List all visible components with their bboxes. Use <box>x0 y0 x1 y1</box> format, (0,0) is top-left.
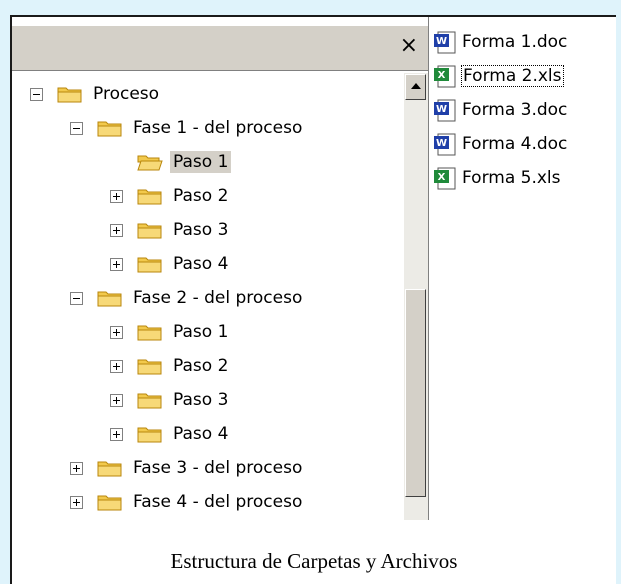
tree-row-label: Paso 4 <box>173 424 229 444</box>
expand-icon[interactable] <box>110 257 123 271</box>
folder-icon <box>97 288 123 308</box>
folder-icon <box>137 254 163 274</box>
file-name: Forma 1.doc <box>462 32 568 52</box>
folder-tree: Proceso Fase 1 - del proceso Paso 1 Paso… <box>12 73 402 520</box>
expand-icon[interactable] <box>110 393 123 407</box>
tree-row-label: Paso 3 <box>173 220 229 240</box>
tree-row-label: Paso 1 <box>170 151 232 173</box>
folder-icon <box>137 186 163 206</box>
tree-row-fase-2-paso-3[interactable]: Paso 3 <box>110 383 231 417</box>
close-icon[interactable]: × <box>400 32 418 60</box>
file-list: W Forma 1.doc X Forma 2.xls W Forma 3.do… <box>432 25 612 195</box>
tree-row-proceso[interactable]: Proceso <box>30 77 162 111</box>
collapse-icon[interactable] <box>70 291 83 305</box>
excel-xls-icon: X <box>432 63 458 89</box>
figure-frame: × Proceso Fase 1 - del proceso Paso 1 Pa… <box>10 15 616 584</box>
tree-row-fase-1-paso-4[interactable]: Paso 4 <box>110 247 231 281</box>
svg-text:W: W <box>436 138 447 149</box>
folder-icon <box>97 458 123 478</box>
folder-icon <box>57 84 83 104</box>
tree-row-fase-2-paso-4[interactable]: Paso 4 <box>110 417 231 451</box>
file-item-forma-2[interactable]: X Forma 2.xls <box>432 59 612 93</box>
tree-row-label: Paso 4 <box>173 254 229 274</box>
word-doc-icon: W <box>432 29 458 55</box>
scroll-thumb[interactable] <box>405 289 426 497</box>
tree-row-fase-3[interactable]: Fase 3 - del proceso <box>70 451 305 485</box>
open-folder-icon <box>137 152 163 172</box>
tree-row-fase-2-paso-2[interactable]: Paso 2 <box>110 349 231 383</box>
tree-row-label: Fase 3 - del proceso <box>133 458 303 478</box>
collapse-icon[interactable] <box>30 87 43 101</box>
file-item-forma-3[interactable]: W Forma 3.doc <box>432 93 612 127</box>
folder-icon <box>137 220 163 240</box>
file-name: Forma 4.doc <box>462 134 568 154</box>
folder-icon <box>137 322 163 342</box>
folder-icon <box>137 356 163 376</box>
file-name: Forma 3.doc <box>462 100 568 120</box>
file-name: Forma 5.xls <box>462 168 561 188</box>
svg-text:W: W <box>436 104 447 115</box>
file-item-forma-4[interactable]: W Forma 4.doc <box>432 127 612 161</box>
tree-row-label: Paso 2 <box>173 186 229 206</box>
tree-row-fase-1-paso-1[interactable]: Paso 1 <box>110 145 232 179</box>
expand-icon[interactable] <box>110 189 123 203</box>
vertical-scrollbar[interactable] <box>404 73 428 520</box>
word-doc-icon: W <box>432 131 458 157</box>
tree-row-fase-1-paso-2[interactable]: Paso 2 <box>110 179 231 213</box>
tree-row-label: Fase 2 - del proceso <box>133 288 303 308</box>
svg-text:X: X <box>438 172 446 183</box>
scroll-up-button[interactable] <box>405 74 426 100</box>
tree-row-fase-2-paso-1[interactable]: Paso 1 <box>110 315 231 349</box>
tree-row-label: Paso 1 <box>173 322 229 342</box>
folder-icon <box>97 492 123 512</box>
expand-icon[interactable] <box>110 325 123 339</box>
excel-xls-icon: X <box>432 165 458 191</box>
folder-icon <box>137 390 163 410</box>
tree-row-label: Fase 4 - del proceso <box>133 492 303 512</box>
tree-row-label: Paso 2 <box>173 356 229 376</box>
folder-icon <box>137 424 163 444</box>
svg-text:X: X <box>438 70 446 81</box>
expand-icon[interactable] <box>70 495 83 509</box>
tree-row-label: Fase 1 - del proceso <box>133 118 303 138</box>
tree-row-label: Proceso <box>93 84 160 104</box>
figure-caption: Estructura de Carpetas y Archivos <box>170 549 458 573</box>
svg-text:W: W <box>436 36 447 47</box>
word-doc-icon: W <box>432 97 458 123</box>
expand-icon[interactable] <box>110 427 123 441</box>
file-item-forma-5[interactable]: X Forma 5.xls <box>432 161 612 195</box>
folder-tree-panel: × Proceso Fase 1 - del proceso Paso 1 Pa… <box>12 17 429 520</box>
folder-icon <box>97 118 123 138</box>
tree-row-label: Paso 3 <box>173 390 229 410</box>
tree-row-partial <box>70 513 130 520</box>
tree-row-fase-1-paso-3[interactable]: Paso 3 <box>110 213 231 247</box>
tree-row-fase-1[interactable]: Fase 1 - del proceso <box>70 111 305 145</box>
file-item-forma-1[interactable]: W Forma 1.doc <box>432 25 612 59</box>
expand-icon[interactable] <box>110 223 123 237</box>
file-name: Forma 2.xls <box>461 65 564 87</box>
expand-icon[interactable] <box>110 359 123 373</box>
tree-row-fase-2[interactable]: Fase 2 - del proceso <box>70 281 305 315</box>
expand-icon[interactable] <box>70 461 83 475</box>
collapse-icon[interactable] <box>70 121 83 135</box>
pane-header: × <box>12 25 428 71</box>
